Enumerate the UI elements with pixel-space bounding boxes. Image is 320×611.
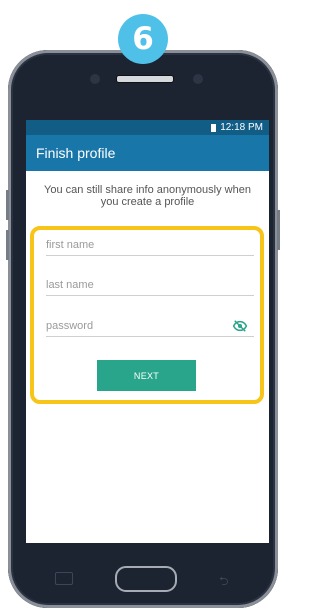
password-placeholder: password [46,320,94,332]
step-number-badge: 6 [118,14,168,64]
phone-speaker [116,75,174,83]
status-bar: 12:18 PM [26,120,269,135]
power-button [277,210,280,250]
volume-button [6,190,9,220]
phone-screen: 12:18 PM Finish profile You can still sh… [26,120,269,543]
last-name-input[interactable]: last name [46,274,254,296]
volume-button [6,230,9,260]
next-button[interactable]: NEXT [97,360,196,391]
page-title: Finish profile [36,145,116,161]
info-text: You can still share info anonymously whe… [44,184,251,208]
sensor-dot [193,74,203,84]
first-name-placeholder: first name [46,239,95,251]
home-button[interactable] [115,566,177,592]
app-bar: Finish profile [26,135,269,171]
back-button[interactable]: ⮌ [219,572,231,588]
first-name-input[interactable]: first name [46,234,254,256]
recent-apps-button[interactable] [55,572,73,585]
status-time: 12:18 PM [220,122,263,133]
front-camera-dot [90,74,100,84]
eye-slash-icon[interactable] [233,319,247,333]
password-input[interactable]: password [46,315,254,337]
last-name-placeholder: last name [46,279,94,291]
battery-icon [211,123,217,132]
